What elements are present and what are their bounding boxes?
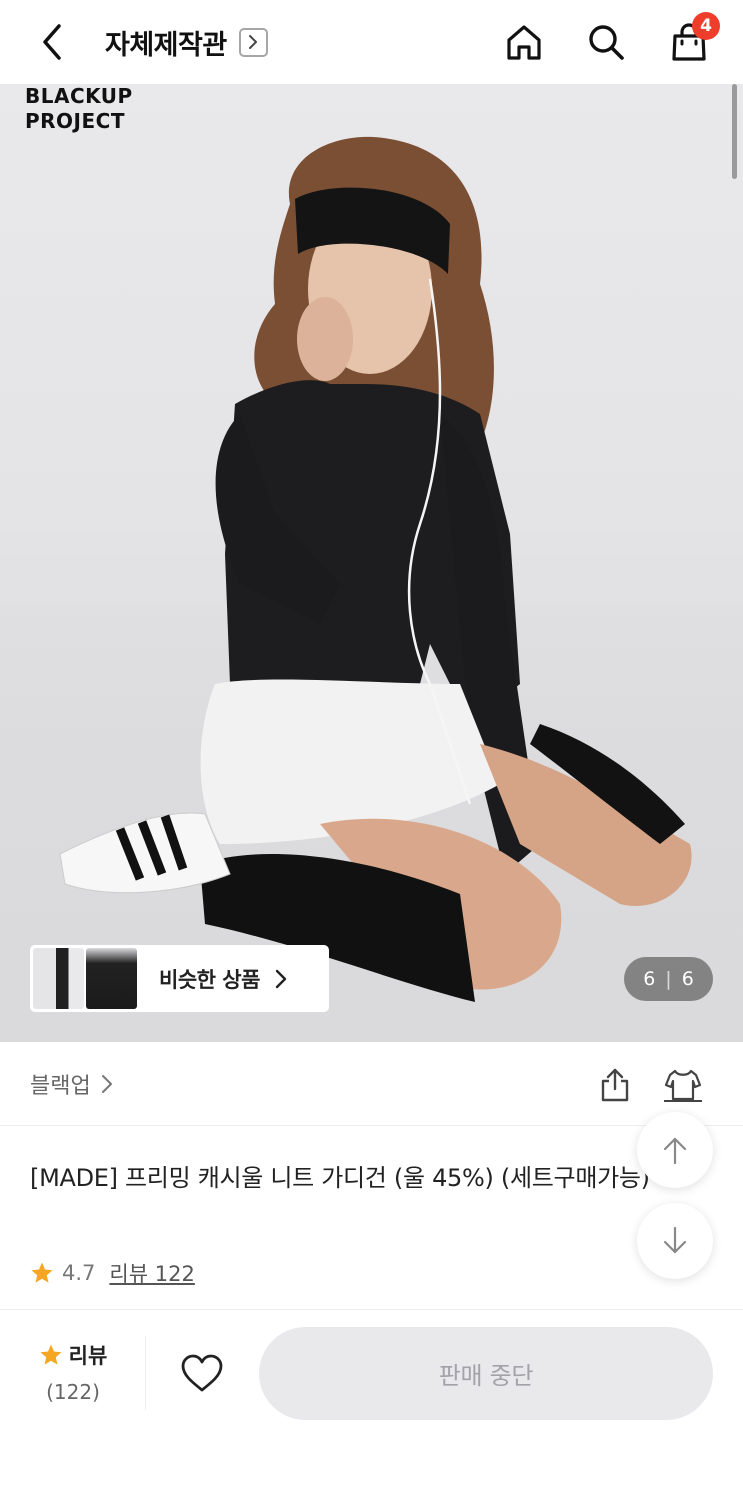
page-title: 자체제작관 (105, 29, 227, 61)
share-icon (601, 1068, 629, 1102)
similar-products-button[interactable]: 비슷한 상품 (30, 945, 329, 1012)
rating-score: 4.7 (62, 1261, 96, 1285)
counter-total: 6 (681, 968, 694, 990)
share-button[interactable] (594, 1064, 636, 1106)
counter-current: 6 (643, 968, 656, 990)
wishlist-button[interactable] (178, 1350, 226, 1396)
arrow-up-icon (663, 1137, 687, 1165)
scroll-to-bottom-button[interactable] (637, 1203, 713, 1279)
similar-thumbnails (33, 948, 137, 1009)
image-page-counter: 6 | 6 (624, 957, 713, 1001)
cart-count-badge: 4 (692, 12, 720, 40)
similar-products-label: 비슷한 상품 (159, 967, 260, 992)
home-icon (507, 25, 541, 60)
product-image-carousel[interactable]: BLACKUP PROJECT 비슷한 상품 6 | 6 (0, 84, 743, 1042)
chevron-right-icon (101, 1075, 112, 1093)
arrow-down-icon (663, 1226, 687, 1254)
product-title: [MADE] 프리밍 캐시울 니트 가디건 (울 45%) (세트구매가능) (30, 1164, 650, 1192)
search-icon (589, 25, 624, 60)
back-button[interactable] (30, 20, 74, 64)
top-app-bar: 자체제작관 4 (0, 0, 743, 84)
bottom-action-bar: 리뷰 (122) 판매 중단 (0, 1310, 743, 1500)
thumbnail-2 (86, 948, 137, 1009)
back-arrow-icon (43, 24, 61, 60)
brand-logo-line1: BLACKUP (25, 84, 133, 108)
scroll-to-top-button[interactable] (637, 1112, 713, 1188)
fitting-button[interactable] (660, 1064, 706, 1106)
star-icon (31, 1262, 53, 1283)
fitting-icon (664, 1069, 702, 1102)
review-link[interactable]: 리뷰 122 (109, 1258, 194, 1288)
search-button[interactable] (584, 20, 628, 64)
product-photo (0, 136, 743, 1042)
review-button-label: 리뷰 (68, 1344, 108, 1368)
review-button-top: 리뷰 (28, 1340, 118, 1370)
review-button[interactable]: 리뷰 (122) (28, 1340, 118, 1420)
brand-logo-line2: PROJECT (25, 109, 125, 133)
counter-separator: | (665, 968, 672, 990)
chevron-right-icon (274, 968, 288, 990)
scrollbar-thumb[interactable] (732, 84, 737, 179)
rating-row: 4.7 리뷰 122 (30, 1258, 195, 1288)
vertical-divider (145, 1336, 146, 1410)
brand-name: 블랙업 (30, 1074, 91, 1099)
star-icon (40, 1344, 62, 1365)
heart-icon (181, 1354, 223, 1392)
brand-row: 블랙업 (0, 1042, 743, 1126)
brand-logo-watermark: BLACKUP PROJECT (25, 84, 133, 134)
chevron-right-icon (238, 27, 268, 57)
store-title-link[interactable]: 자체제작관 (105, 22, 268, 62)
review-count: (122) (46, 1380, 100, 1404)
brand-link[interactable]: 블랙업 (30, 1068, 113, 1100)
home-button[interactable] (502, 20, 546, 64)
thumbnail-1 (33, 948, 84, 1009)
sold-out-button[interactable]: 판매 중단 (259, 1327, 713, 1420)
